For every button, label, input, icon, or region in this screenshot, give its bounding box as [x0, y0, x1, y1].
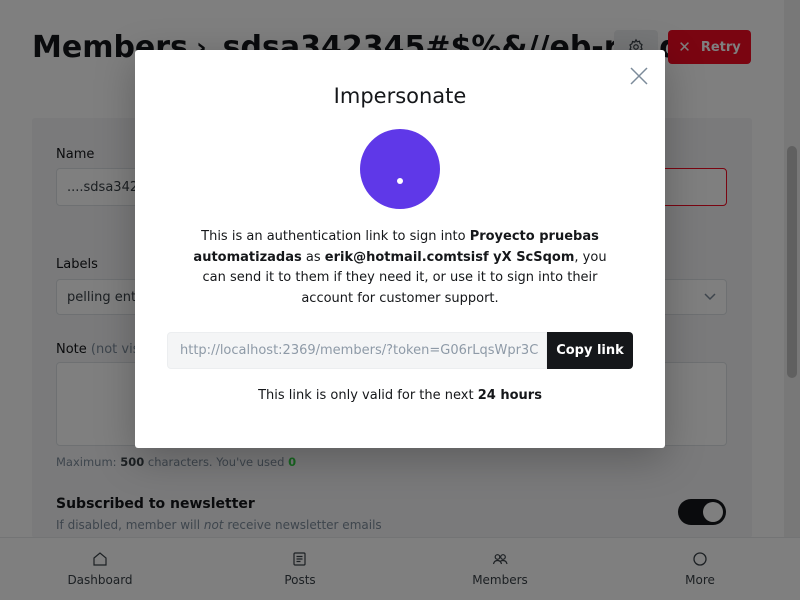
- link-validity-note: This link is only valid for the next 24 …: [135, 388, 665, 403]
- impersonation-link-field[interactable]: http://localhost:2369/members/?token=G06…: [167, 332, 547, 369]
- validity-duration: 24 hours: [477, 388, 542, 403]
- member-email: erik@hotmail.comtsisf yX ScSqom: [324, 249, 575, 265]
- desc-part-2: as: [301, 249, 325, 265]
- desc-part-1: This is an authentication link to sign i…: [201, 229, 470, 244]
- member-avatar: [360, 129, 440, 209]
- validity-prefix: This link is only valid for the next: [258, 388, 478, 403]
- copy-link-button[interactable]: Copy link: [547, 332, 633, 369]
- impersonation-link-row: http://localhost:2369/members/?token=G06…: [167, 332, 633, 369]
- impersonate-modal: Impersonate This is an authentication li…: [135, 50, 665, 448]
- avatar-dot: [397, 178, 403, 184]
- impersonate-description: This is an authentication link to sign i…: [185, 227, 615, 309]
- modal-title: Impersonate: [333, 84, 467, 108]
